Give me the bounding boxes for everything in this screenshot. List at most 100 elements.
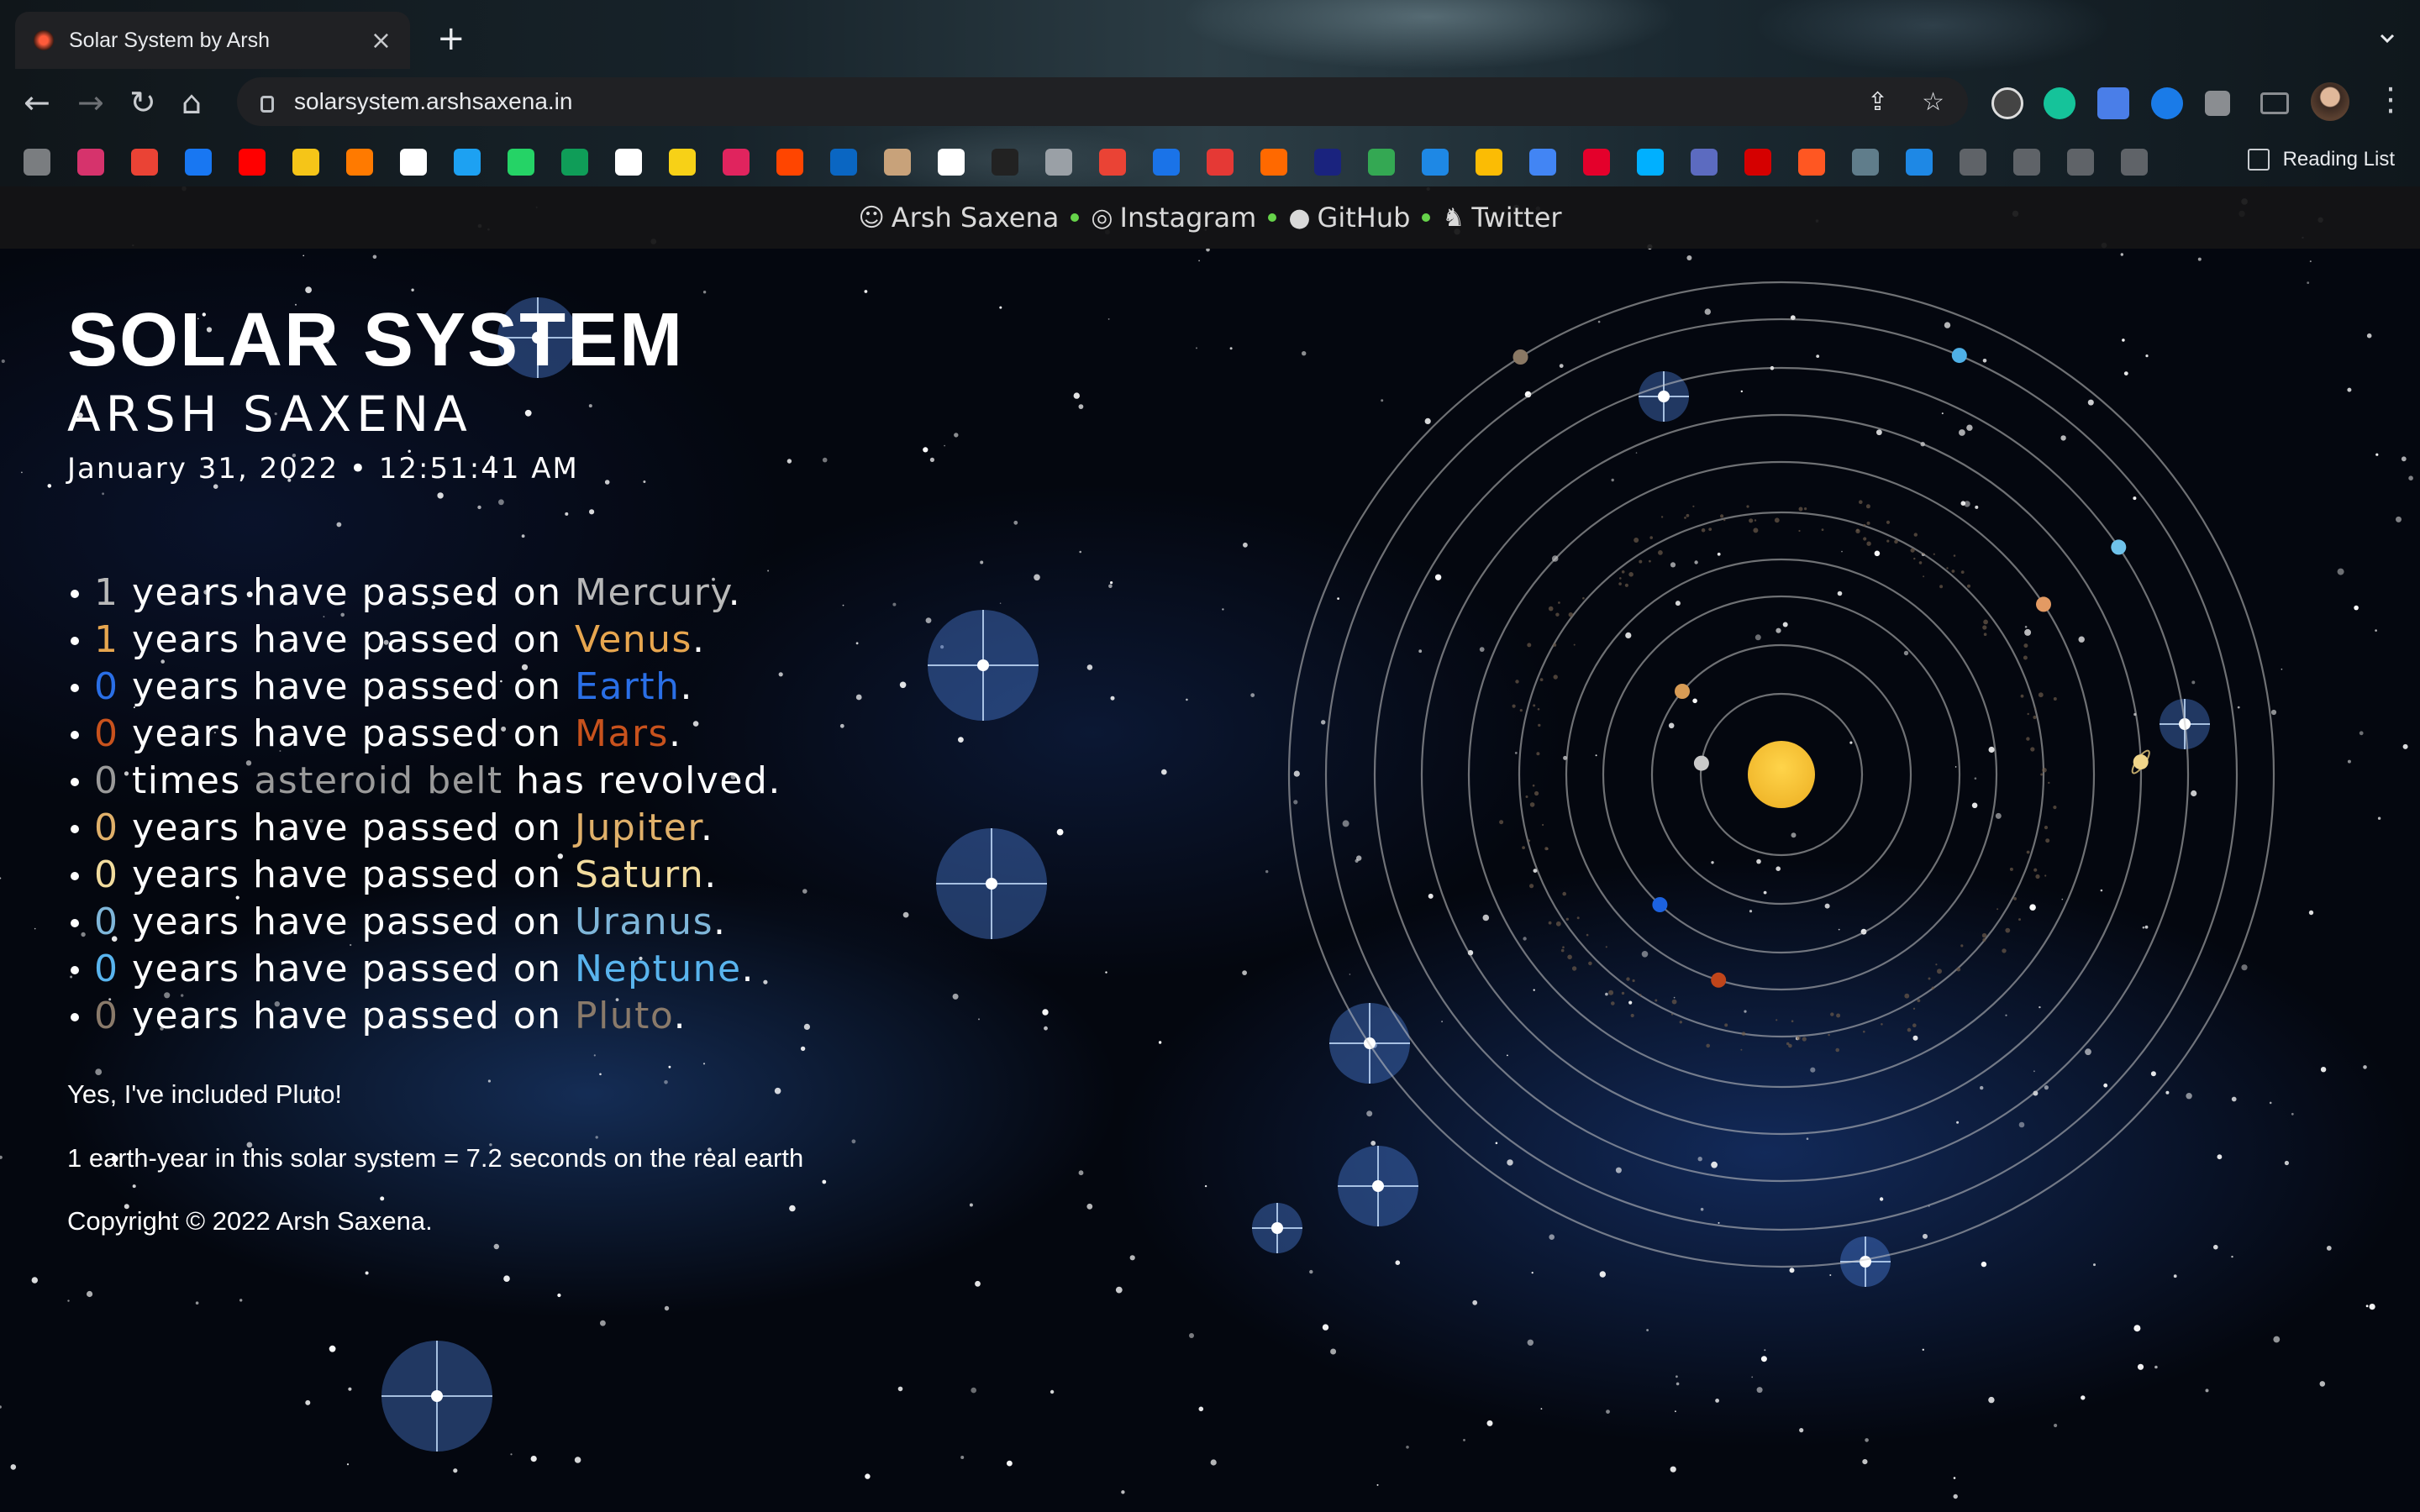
star <box>2133 1325 2141 1332</box>
bookmark-icon[interactable] <box>1314 149 1341 176</box>
nav-link-instagram[interactable]: ◎ Instagram <box>1091 202 1256 234</box>
bookmark-icon[interactable] <box>2013 149 2040 176</box>
bookmark-icon[interactable] <box>1583 149 1610 176</box>
bookmark-icon[interactable] <box>185 149 212 176</box>
bookmark-icon[interactable] <box>1207 149 1234 176</box>
bookmark-icon[interactable] <box>454 149 481 176</box>
profile-avatar[interactable] <box>2311 82 2349 121</box>
home-button[interactable]: ⌂ <box>182 86 202 119</box>
url-text[interactable]: solarsystem.arshsaxena.in <box>294 88 1833 115</box>
forward-button[interactable]: → <box>77 86 104 119</box>
bookmark-icon[interactable] <box>884 149 911 176</box>
bookmark-icon[interactable] <box>723 149 750 176</box>
star <box>971 1387 976 1394</box>
bookmark-icon[interactable] <box>1637 149 1664 176</box>
star <box>2308 910 2314 916</box>
star <box>530 1456 537 1462</box>
tab-close-icon[interactable]: × <box>371 26 392 55</box>
bookmark-icon[interactable] <box>1476 149 1502 176</box>
bookmark-icon[interactable] <box>615 149 642 176</box>
star <box>1078 404 1084 409</box>
bookmark-icon[interactable] <box>669 149 696 176</box>
extensions-puzzle-icon[interactable] <box>2205 91 2230 116</box>
star <box>1376 1483 1379 1486</box>
cast-icon[interactable] <box>2260 92 2289 114</box>
nav-label: GitHub <box>1317 202 1411 234</box>
nav-link-arsh-saxena[interactable]: ☺ Arsh Saxena <box>858 202 1059 234</box>
star <box>348 1387 352 1391</box>
list-item: 0 years have passed on Neptune. <box>67 946 908 993</box>
bookmark-icon[interactable] <box>1960 149 1986 176</box>
bookmark-icon[interactable] <box>77 149 104 176</box>
lock-icon[interactable] <box>260 96 274 113</box>
star <box>1110 696 1115 701</box>
reading-list-icon <box>2247 149 2270 171</box>
star <box>2377 816 2381 820</box>
bookmark-icon[interactable] <box>2121 149 2148 176</box>
bookmark-star-icon[interactable]: ☆ <box>1922 87 1944 117</box>
bookmark-icon[interactable] <box>992 149 1018 176</box>
bookmark-icon[interactable] <box>1260 149 1287 176</box>
star <box>1799 1428 1804 1433</box>
extension-shazam-icon[interactable] <box>2151 87 2183 119</box>
bookmark-icon[interactable] <box>1153 149 1180 176</box>
star <box>2337 568 2344 575</box>
new-tab-button[interactable]: + <box>437 22 466 55</box>
star <box>1158 1041 1162 1044</box>
star <box>1198 1406 1204 1412</box>
extension-translate-icon[interactable] <box>2097 87 2129 119</box>
bookmark-icon[interactable] <box>24 149 50 176</box>
nav-label: Twitter <box>1471 202 1562 234</box>
bookmark-icon[interactable] <box>2067 149 2094 176</box>
bookmark-icon[interactable] <box>938 149 965 176</box>
address-bar[interactable]: solarsystem.arshsaxena.in ⇪ ☆ <box>237 77 1968 126</box>
star <box>305 1399 311 1405</box>
star <box>346 1463 350 1466</box>
star <box>1540 1408 1543 1410</box>
nav-link-github[interactable]: ● GitHub <box>1288 202 1410 234</box>
bookmark-icon[interactable] <box>346 149 373 176</box>
browser-menu-button[interactable]: ⋮ <box>2375 82 2407 116</box>
bookmark-icon[interactable] <box>830 149 857 176</box>
extension-grammarly-icon[interactable] <box>2044 87 2075 119</box>
star <box>1756 1387 1763 1394</box>
bookmark-icon[interactable] <box>1691 149 1718 176</box>
star <box>1204 1184 1207 1188</box>
star <box>1 359 5 364</box>
tab-search-chevron-icon[interactable] <box>2378 29 2396 47</box>
star <box>1330 1348 1337 1355</box>
star <box>1121 1490 1125 1494</box>
star <box>600 1320 606 1326</box>
bookmark-icon[interactable] <box>1798 149 1825 176</box>
bookmark-icon[interactable] <box>1099 149 1126 176</box>
star <box>1079 550 1081 554</box>
bookmark-icon[interactable] <box>292 149 319 176</box>
bookmark-icon[interactable] <box>776 149 803 176</box>
bookmark-icon[interactable] <box>508 149 534 176</box>
star <box>510 1453 513 1456</box>
extension-chatgpt-icon[interactable] <box>1991 87 2023 119</box>
share-icon[interactable]: ⇪ <box>1867 87 1888 117</box>
bookmark-icon[interactable] <box>561 149 588 176</box>
bookmark-icon[interactable] <box>131 149 158 176</box>
star <box>2347 387 2352 392</box>
star <box>1670 1466 1676 1473</box>
star <box>1243 542 1248 548</box>
bookmark-icon[interactable] <box>1045 149 1072 176</box>
bookmark-icon[interactable] <box>1852 149 1879 176</box>
bookmark-icon[interactable] <box>400 149 427 176</box>
bookmark-icon[interactable] <box>1744 149 1771 176</box>
star <box>1086 664 1093 670</box>
star <box>2137 1363 2144 1370</box>
reload-button[interactable]: ↻ <box>129 86 156 119</box>
reading-list-button[interactable]: Reading List <box>2247 148 2395 171</box>
bookmark-icon[interactable] <box>1906 149 1933 176</box>
bookmark-icon[interactable] <box>239 149 266 176</box>
bookmark-icon[interactable] <box>1529 149 1556 176</box>
nav-link-twitter[interactable]: ♞ Twitter <box>1442 202 1561 234</box>
back-button[interactable]: ← <box>24 86 50 119</box>
bookmark-icon[interactable] <box>1422 149 1449 176</box>
bookmark-icon[interactable] <box>1368 149 1395 176</box>
browser-tab[interactable]: Solar System by Arsh × <box>15 12 410 69</box>
star <box>2375 629 2377 632</box>
